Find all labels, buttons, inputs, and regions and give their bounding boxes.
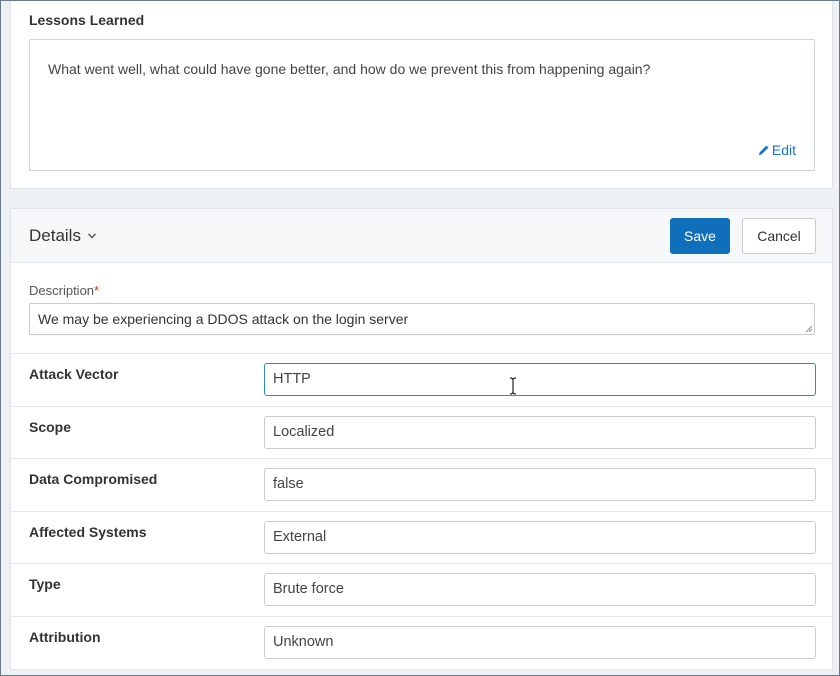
description-label: Description*	[29, 283, 100, 298]
details-title: Details	[29, 226, 81, 245]
cancel-button[interactable]: Cancel	[742, 218, 816, 254]
save-button[interactable]: Save	[670, 218, 730, 254]
text-cursor-icon	[509, 377, 517, 395]
affected-systems-input[interactable]: External	[264, 521, 816, 554]
field-row-attribution: Attribution Unknown	[11, 616, 832, 669]
description-value: We may be experiencing a DDOS attack on …	[38, 311, 409, 327]
data-compromised-label: Data Compromised	[29, 471, 158, 487]
field-row-type: Type Brute force	[11, 563, 832, 616]
type-label: Type	[29, 576, 61, 592]
scope-label: Scope	[29, 419, 72, 435]
data-compromised-input[interactable]: false	[264, 468, 816, 501]
scope-input[interactable]: Localized	[264, 416, 816, 449]
field-row-scope: Scope Localized	[11, 406, 832, 459]
pencil-icon	[758, 145, 769, 155]
details-toggle[interactable]: Details	[29, 226, 97, 246]
edit-label: Edit	[771, 142, 796, 158]
lessons-learned-box: What went well, what could have gone bet…	[29, 39, 815, 171]
resize-grip-icon[interactable]	[805, 325, 813, 333]
lessons-learned-title: Lessons Learned	[29, 12, 145, 28]
type-input[interactable]: Brute force	[264, 573, 816, 606]
attack-vector-input[interactable]: HTTP	[264, 363, 816, 396]
details-header: Details Save Cancel	[11, 209, 832, 263]
lessons-learned-text: What went well, what could have gone bet…	[48, 61, 651, 77]
lessons-learned-card: Lessons Learned What went well, what cou…	[10, 1, 833, 189]
field-row-data-compromised: Data Compromised false	[11, 458, 832, 511]
edit-link[interactable]: Edit	[758, 142, 796, 158]
required-marker: *	[94, 283, 100, 298]
chevron-down-icon	[87, 233, 96, 239]
details-card: Details Save Cancel Description* We may …	[10, 208, 833, 670]
attack-vector-label: Attack Vector	[29, 366, 119, 382]
description-field[interactable]: We may be experiencing a DDOS attack on …	[29, 303, 815, 335]
field-row-attack-vector: Attack Vector HTTP	[11, 353, 832, 406]
attribution-input[interactable]: Unknown	[264, 626, 816, 659]
attribution-label: Attribution	[29, 629, 101, 645]
field-row-affected-systems: Affected Systems External	[11, 511, 832, 564]
affected-systems-label: Affected Systems	[29, 524, 147, 540]
